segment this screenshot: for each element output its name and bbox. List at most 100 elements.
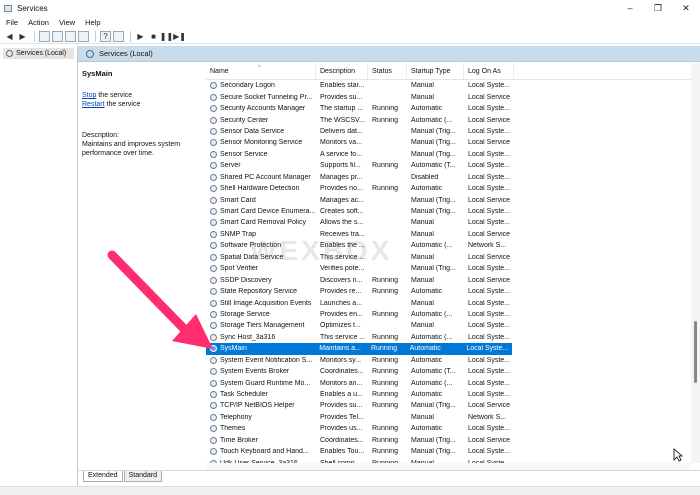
vertical-scrollbar[interactable] (691, 63, 700, 463)
table-row[interactable]: Security Center The WSCSV... Running Automa… (206, 114, 691, 125)
service-name-cell: Sensor Monitoring Service (206, 139, 316, 147)
service-status-cell: Running (368, 185, 407, 192)
export-list-icon[interactable] (78, 30, 89, 42)
table-row[interactable]: Storage Service Provides en... Running Auto… (206, 309, 691, 320)
restart-service-icon[interactable]: ▶❚ (173, 31, 186, 42)
table-row[interactable]: Sensor Monitoring Service Monitors va... M… (206, 137, 691, 148)
service-logon-cell-text: Local Syste... (468, 448, 511, 456)
service-gear-icon (210, 105, 217, 113)
service-description-cell-text: Enables the ... (320, 242, 365, 250)
properties-icon[interactable] (52, 30, 63, 42)
service-startup-cell: Automatic (407, 288, 464, 295)
table-row-selected[interactable]: SysMain Maintains a... Running Automatic Loc… (206, 343, 512, 355)
service-status-cell: Running (368, 425, 407, 432)
service-name-cell: Storage Tiers Management (206, 322, 316, 330)
service-description-cell: A service fo... (316, 151, 368, 158)
stop-suffix: the service (96, 92, 133, 99)
table-row[interactable]: Still Image Acquisition Events Launches a… (206, 297, 691, 308)
pause-service-icon[interactable]: ❚❚ (160, 31, 173, 42)
service-startup-cell: Manual (Trig... (407, 437, 464, 444)
service-startup-cell-text: Automatic (... (411, 333, 453, 341)
service-gear-icon (210, 93, 217, 101)
maximize-button[interactable]: ❐ (644, 0, 672, 16)
menu-help[interactable]: Help (85, 18, 100, 27)
table-row[interactable]: Smart Card Device Enumera... Creates soft… (206, 206, 691, 217)
table-row[interactable]: Shared PC Account Manager Manages pr... Di… (206, 172, 691, 183)
service-description-cell: Enables the ... (316, 242, 368, 249)
service-description-cell: Monitors va... (316, 139, 368, 146)
table-row[interactable]: Smart Card Manages ac... Manual (Trig... Lo… (206, 194, 691, 205)
service-logon-cell: Local Service (464, 231, 514, 238)
service-logon-cell: Local Syste... (464, 391, 514, 398)
service-name-cell: Touch Keyboard and Hand... (206, 448, 316, 456)
minimize-button[interactable]: – (616, 0, 644, 16)
tab-standard[interactable]: Standard (123, 471, 163, 482)
table-row[interactable]: System Events Broker Coordinates... Runnin… (206, 366, 691, 377)
table-row[interactable]: Themes Provides us... Running Automatic Loca… (206, 423, 691, 434)
table-row[interactable]: Storage Tiers Management Optimizes t... Ma… (206, 320, 691, 331)
column-header-log-on-as[interactable]: Log On As (464, 63, 514, 80)
table-row[interactable]: Telephony Provides Tel... Manual Network S.… (206, 412, 691, 423)
service-gear-icon (210, 208, 217, 216)
service-startup-cell: Manual (Trig... (407, 128, 464, 135)
stop-service-icon[interactable]: ■ (148, 31, 159, 42)
service-startup-cell-text: Automatic (T... (411, 162, 456, 170)
stop-service-link[interactable]: Stop (82, 92, 96, 99)
table-row[interactable]: Security Accounts Manager The startup ...… (206, 103, 691, 114)
service-startup-cell-text: Automatic (T... (411, 368, 456, 376)
service-description-cell: Enables a u... (316, 391, 368, 398)
table-row[interactable]: State Repository Service Provides re... Ru… (206, 286, 691, 297)
service-description-cell: Monitors sy... (316, 357, 368, 364)
console-tree-icon[interactable] (39, 30, 50, 42)
table-row[interactable]: Touch Keyboard and Hand... Enables Tou...… (206, 446, 691, 457)
back-arrow-icon[interactable]: ◀ (4, 31, 15, 42)
description-label: Description: (82, 132, 119, 139)
refresh-icon[interactable] (65, 30, 76, 42)
table-row[interactable]: SSDP Discovery Discovers n... Running Manua… (206, 274, 691, 285)
menu-file[interactable]: File (6, 18, 18, 27)
scrollbar-thumb[interactable] (694, 321, 697, 383)
column-header-status[interactable]: Status (368, 63, 407, 80)
start-service-icon[interactable]: ▶ (135, 31, 146, 42)
table-row[interactable]: System Guard Runtime Mo... Monitors an...… (206, 377, 691, 388)
service-status-cell-text: Running (372, 436, 399, 444)
column-header-description[interactable]: Description (316, 63, 368, 80)
table-row[interactable]: SNMP Trap Receives tra... Manual Local Serv… (206, 229, 691, 240)
menu-view[interactable]: View (59, 18, 75, 27)
forward-arrow-icon[interactable]: ▶ (17, 31, 28, 42)
table-row[interactable]: System Event Notification S... Monitors s… (206, 355, 691, 366)
show-hide-icon[interactable] (113, 30, 124, 42)
service-status-cell: Running (368, 380, 407, 387)
service-status-cell: Running (368, 288, 407, 295)
table-row[interactable]: Shell Hardware Detection Provides no... Ru… (206, 183, 691, 194)
service-logon-cell: Local Service (464, 94, 514, 101)
table-row[interactable]: Sensor Service A service fo... Manual (Tri… (206, 149, 691, 160)
table-row[interactable]: Server Supports fil... Running Automatic (T… (206, 160, 691, 171)
table-row[interactable]: Secure Socket Tunneling Pr... Provides su… (206, 91, 691, 102)
table-row[interactable]: Spot Verifier Verifies pote... Manual (Tri… (206, 263, 691, 274)
table-row[interactable]: Smart Card Removal Policy Allows the s...… (206, 217, 691, 228)
table-row[interactable]: Task Scheduler Enables a u... Running Autom… (206, 389, 691, 400)
service-startup-cell: Manual (Trig... (407, 139, 464, 146)
table-row[interactable]: Secondary Logon Enables star... Manual Loca… (206, 80, 691, 91)
table-row[interactable]: Sensor Data Service Delivers dat... Manual… (206, 126, 691, 137)
table-row[interactable]: Time Broker Coordinates... Running Manual (… (206, 435, 691, 446)
service-logon-cell: Local Service (464, 437, 514, 444)
help-icon[interactable]: ? (100, 30, 111, 42)
service-description-cell-text: The startup ... (320, 105, 364, 113)
close-button[interactable]: ✕ (672, 0, 700, 16)
restart-service-link[interactable]: Restart (82, 101, 105, 108)
column-header-startup-type[interactable]: Startup Type (407, 63, 464, 80)
menu-action[interactable]: Action (28, 18, 49, 27)
table-row[interactable]: Spatial Data Service This service ... Manu… (206, 252, 691, 263)
tree-item-services-local[interactable]: Services (Local) (3, 48, 74, 59)
tab-extended[interactable]: Extended (83, 471, 123, 482)
table-row[interactable]: TCP/IP NetBIOS Helper Provides su... Runni… (206, 400, 691, 411)
service-logon-cell-text: Local Service (468, 93, 511, 101)
service-name-cell-text: System Events Broker (220, 368, 290, 376)
table-row[interactable]: Sync Host_3a316 This service ... Running Au… (206, 332, 691, 343)
service-startup-cell: Manual (407, 300, 464, 307)
column-header-name[interactable]: ^ Name (206, 63, 316, 80)
table-row[interactable]: Software Protection Enables the ... Automa… (206, 240, 691, 251)
sort-up-icon: ^ (258, 64, 261, 71)
